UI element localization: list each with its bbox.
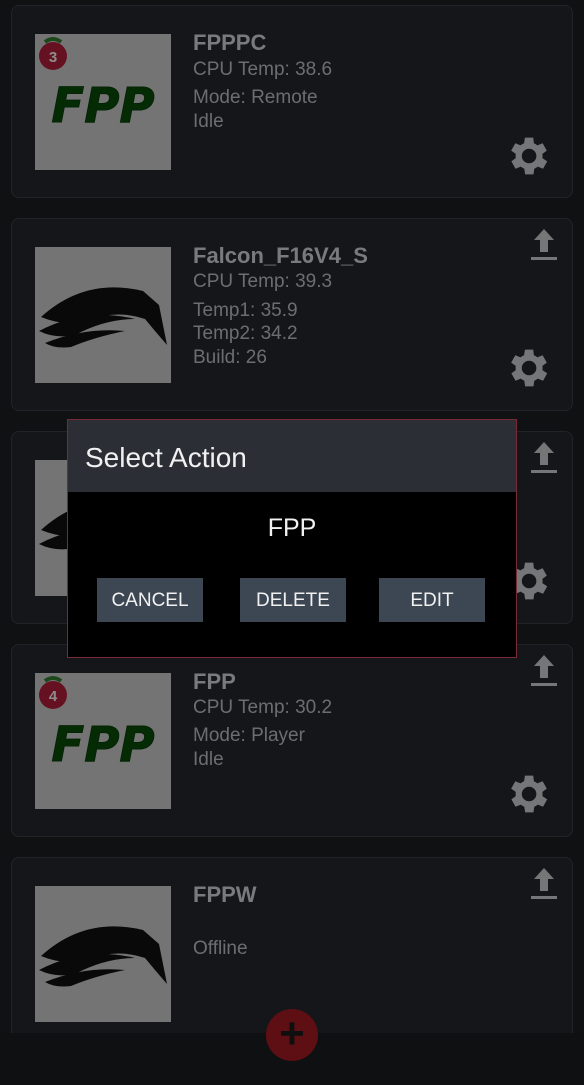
device-status: Idle [193, 111, 224, 132]
svg-text:4: 4 [49, 688, 58, 705]
settings-gear-icon[interactable] [502, 131, 552, 181]
svg-text:FPP: FPP [51, 78, 154, 134]
fpp-logo-thumbnail: 4 FPP [35, 673, 171, 809]
device-cpu-temp: CPU Temp: 30.2 [193, 697, 333, 718]
dialog-message: FPP [267, 514, 317, 542]
device-card[interactable]: 4 FPP FPP CPU Temp: 30.2 Mode: Player Id… [11, 644, 573, 837]
device-build: Build: 26 [193, 347, 267, 368]
svg-text:FPP: FPP [51, 717, 154, 773]
device-cpu-temp: CPU Temp: 39.3 [193, 271, 333, 292]
device-temp1: Temp1: 35.9 [193, 300, 298, 321]
upload-icon[interactable] [529, 652, 559, 688]
cancel-button[interactable]: CANCEL [97, 578, 203, 622]
settings-gear-icon[interactable] [502, 769, 552, 819]
fpp-logo-thumbnail: 3 FPP [35, 34, 171, 170]
device-status: Idle [193, 749, 224, 770]
device-list-screen: 3 FPP FPPPC CPU Temp: 38.6 Mode: Remote … [0, 0, 584, 1085]
select-action-dialog: Select Action FPP CANCEL DELETE EDIT [67, 419, 517, 658]
device-name: FPPPC [193, 30, 267, 55]
device-status: Offline [193, 938, 248, 959]
upload-icon[interactable] [529, 226, 559, 262]
device-mode: Mode: Remote [193, 87, 318, 108]
upload-icon[interactable] [529, 865, 559, 901]
device-mode: Mode: Player [193, 725, 305, 746]
dialog-title: Select Action [68, 420, 516, 492]
device-cpu-temp: CPU Temp: 38.6 [193, 59, 333, 80]
edit-button[interactable]: EDIT [379, 578, 485, 622]
upload-icon[interactable] [529, 439, 559, 475]
device-name: FPP [193, 669, 236, 694]
device-card[interactable]: Falcon_F16V4_S CPU Temp: 39.3 Temp1: 35.… [11, 218, 573, 411]
delete-button[interactable]: DELETE [240, 578, 346, 622]
device-card[interactable]: 3 FPP FPPPC CPU Temp: 38.6 Mode: Remote … [11, 5, 573, 198]
falcon-logo-thumbnail [35, 886, 171, 1022]
add-device-button[interactable]: + [266, 1009, 318, 1061]
plus-icon: + [279, 1009, 305, 1058]
falcon-logo-thumbnail [35, 247, 171, 383]
svg-text:3: 3 [49, 49, 57, 66]
device-name: FPPW [193, 882, 257, 907]
device-name: Falcon_F16V4_S [193, 243, 368, 268]
device-temp2: Temp2: 34.2 [193, 323, 298, 344]
settings-gear-icon[interactable] [502, 343, 552, 393]
